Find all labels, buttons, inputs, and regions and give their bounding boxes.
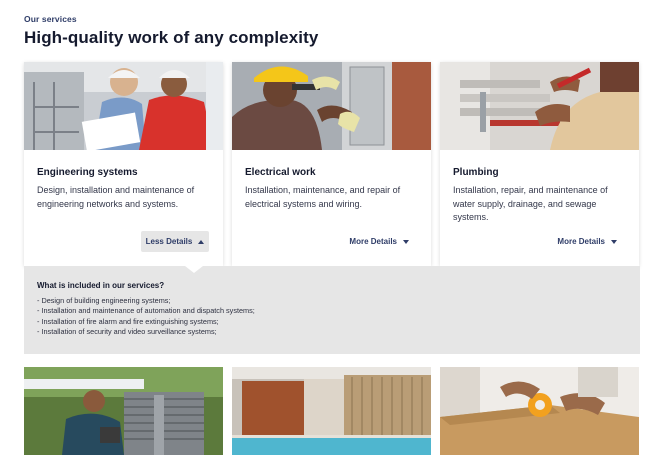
toggle-label: More Details [349,237,397,246]
toggle-label: More Details [557,237,605,246]
engineers-with-blueprint-photo [24,62,223,150]
list-item: - Installation of fire alarm and fire ex… [37,316,219,326]
list-item: - Installation of security and video sur… [37,326,217,336]
list-item: - Design of building engineering systems… [37,296,171,305]
service-card-plumbing[interactable]: Plumbing Installation, repair, and maint… [440,62,639,266]
chevron-down-icon [611,239,617,244]
card-description: Installation, maintenance, and repair of… [245,185,401,209]
chevron-up-icon [198,239,205,244]
details-title: What is included in our services? [37,281,165,290]
less-details-button[interactable]: Less Details [141,231,209,252]
details-pointer [185,266,203,273]
more-details-button[interactable]: More Details [557,237,617,246]
card-title: Engineering systems [37,167,138,178]
electrician-at-panel-photo [232,62,431,150]
eyebrow-label: Our services [24,14,77,24]
card-title: Plumbing [453,167,499,178]
card-description: Installation, repair, and maintenance of… [453,185,608,222]
hvac-technician-photo[interactable] [24,367,223,455]
more-details-button[interactable]: More Details [349,237,409,246]
list-item: - Installation and maintenance of automa… [37,306,255,316]
toggle-label: Less Details [145,237,193,246]
packing-box-tape-photo[interactable] [440,367,639,455]
service-card-electrical[interactable]: Electrical work Installation, maintenanc… [232,62,431,266]
chevron-down-icon [403,239,409,244]
service-details-panel: What is included in our services? - Desi… [24,266,640,354]
card-title: Electrical work [245,167,316,178]
details-list: - Design of building engineering systems… [37,296,255,337]
plumber-with-pipes-photo [440,62,639,150]
service-card-engineering[interactable]: Engineering systems Design, installation… [24,62,223,266]
indoor-pool-photo[interactable] [232,367,431,455]
card-description: Design, installation and maintenance of … [37,185,195,209]
page-title: High-quality work of any complexity [24,28,319,47]
